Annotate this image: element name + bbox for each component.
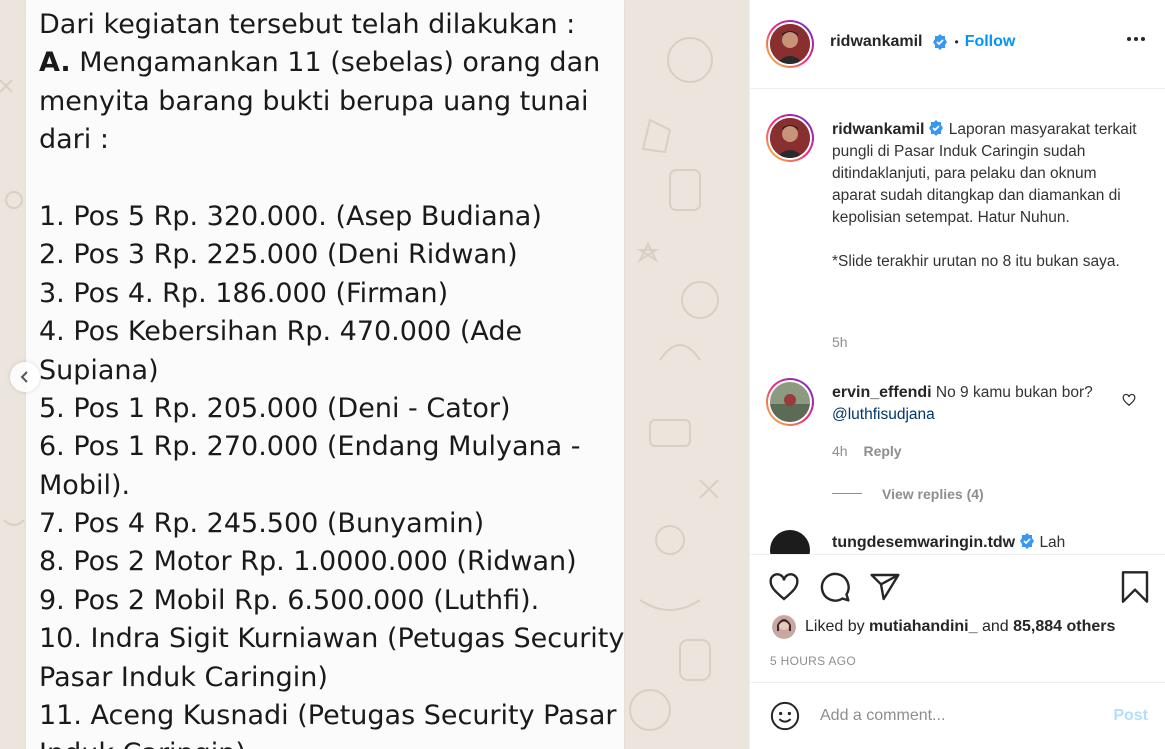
likes-count[interactable]: 85,884 others [1013, 618, 1115, 636]
verified-badge-icon [933, 34, 948, 50]
message-line: 4. Pos Kebersihan Rp. 470.000 (Ade [39, 313, 629, 351]
post-comment-button[interactable]: Post [1113, 707, 1148, 725]
comment-username[interactable]: tungdesemwaringin.tdw [832, 534, 1015, 551]
message-line: 2. Pos 3 Rp. 225.000 (Deni Ridwan) [39, 236, 629, 274]
message-text: 4. Pos Kebersihan Rp. 470.000 (Ade [39, 316, 523, 348]
message-text: 7. Pos 4 Rp. 245.500 (Bunyamin) [39, 508, 485, 540]
message-line: 9. Pos 2 Mobil Rp. 6.500.000 (Luthfi). [39, 582, 629, 620]
message-line: Pasar Induk Caringin) [39, 659, 629, 697]
message-line: A. Mengamankan 11 (sebelas) orang dan [39, 44, 629, 82]
message-text: 5. Pos 1 Rp. 205.000 (Deni - Cator) [39, 392, 511, 424]
chat-message: Dari kegiatan tersebut telah dilakukan :… [39, 6, 629, 749]
follow-button[interactable]: Follow [965, 33, 1016, 51]
header-separator: • [954, 35, 959, 49]
bookmark-icon[interactable] [1120, 571, 1150, 603]
message-text: 10. Indra Sigit Kurniawan (Petugas Secur… [39, 623, 625, 655]
caption-username[interactable]: ridwankamil [832, 121, 924, 138]
message-line: menyita barang bukti berupa uang tunai [39, 83, 629, 121]
likes-prefix: Liked by [805, 618, 865, 635]
post-sidebar: ridwankamil • Follow ridwankamil Laporan… [749, 0, 1165, 749]
comment-icon[interactable] [819, 571, 851, 603]
message-line: dari : [39, 121, 629, 159]
header-username[interactable]: ridwankamil [830, 33, 922, 51]
reply-button[interactable]: Reply [863, 443, 901, 459]
message-text: 8. Pos 2 Motor Rp. 1.0000.000 (Ridwan) [39, 546, 577, 578]
commenter-avatar[interactable] [766, 378, 814, 426]
previous-slide-button[interactable] [10, 362, 40, 392]
message-text: Supiana) [39, 354, 159, 386]
message-text: Mobil). [39, 469, 131, 501]
view-replies-button[interactable]: View replies (4) [882, 486, 984, 502]
message-text: 11. Aceng Kusnadi (Petugas Security Pasa… [39, 700, 617, 732]
caption-note: *Slide terakhir urutan no 8 itu bukan sa… [832, 253, 1120, 270]
message-line [39, 160, 629, 198]
comment-age: 4h [832, 443, 848, 459]
replies-divider [832, 493, 862, 494]
message-line: 8. Pos 2 Motor Rp. 1.0000.000 (Ridwan) [39, 543, 629, 581]
message-text: Dari kegiatan tersebut telah dilakukan : [39, 9, 576, 40]
message-line: Dari kegiatan tersebut telah dilakukan : [39, 6, 629, 44]
share-icon[interactable] [869, 571, 901, 603]
message-text: dari : [39, 124, 109, 156]
heart-icon[interactable] [768, 571, 800, 603]
message-text: Pasar Induk Caringin) [39, 661, 328, 693]
message-line: 1. Pos 5 Rp. 320.000. (Asep Budiana) [39, 198, 629, 236]
liker-avatar[interactable] [772, 615, 796, 639]
message-line: 10. Indra Sigit Kurniawan (Petugas Secur… [39, 620, 629, 658]
message-text: 1. Pos 5 Rp. 320.000. (Asep Budiana) [39, 200, 542, 232]
message-line: Induk Caringin) [39, 735, 629, 749]
caption-avatar[interactable] [766, 114, 814, 162]
comments-list: ridwankamil Laporan masyarakat terkait p… [750, 90, 1165, 554]
header-avatar[interactable] [766, 20, 814, 68]
message-line: 3. Pos 4. Rp. 186.000 (Firman) [39, 275, 629, 313]
comment-text: No 9 kamu bukan bor? [935, 384, 1093, 401]
message-line: 5. Pos 1 Rp. 205.000 (Deni - Cator) [39, 390, 629, 428]
post-timestamp: 5 HOURS AGO [770, 654, 856, 668]
chevron-left-icon [20, 371, 28, 383]
emoji-icon[interactable] [770, 701, 800, 731]
post-actions: Liked by mutiahandini_ and 85,884 others… [750, 554, 1165, 694]
comment-username[interactable]: ervin_effendi [832, 384, 932, 401]
message-line: Supiana) [39, 352, 629, 390]
add-comment-bar: Add a comment... Post [750, 682, 1165, 749]
message-text: 9. Pos 2 Mobil Rp. 6.500.000 (Luthfi). [39, 584, 540, 616]
message-line: Mobil). [39, 467, 629, 505]
more-options-icon[interactable] [1126, 36, 1146, 42]
message-line: 11. Aceng Kusnadi (Petugas Security Pasa… [39, 697, 629, 735]
verified-badge-icon [929, 120, 944, 136]
comment-input[interactable]: Add a comment... [820, 707, 945, 725]
message-text: Mengamankan 11 (sebelas) orang dan [70, 47, 601, 79]
commenter-avatar[interactable] [770, 530, 810, 554]
message-text: Induk Caringin) [39, 738, 246, 749]
message-line: 6. Pos 1 Rp. 270.000 (Endang Mulyana - [39, 428, 629, 466]
likes-summary: Liked by mutiahandini_ and 85,884 others [772, 615, 1115, 639]
verified-badge-icon [1020, 533, 1035, 549]
comment-text: Lah [1039, 534, 1066, 551]
message-text: 3. Pos 4. Rp. 186.000 (Firman) [39, 277, 449, 309]
post-media: Dari kegiatan tersebut telah dilakukan :… [0, 0, 749, 749]
likes-user[interactable]: mutiahandini_ [869, 618, 977, 636]
message-text: 6. Pos 1 Rp. 270.000 (Endang Mulyana - [39, 431, 581, 463]
comment-mention[interactable]: @luthfisudjana [832, 406, 935, 423]
caption-age: 5h [832, 334, 848, 350]
message-line: 7. Pos 4 Rp. 245.500 (Bunyamin) [39, 505, 629, 543]
likes-middle: and [981, 618, 1009, 635]
post-header: ridwankamil • Follow [750, 0, 1165, 89]
message-text: 2. Pos 3 Rp. 225.000 (Deni Ridwan) [39, 239, 518, 271]
message-text: menyita barang bukti berupa uang tunai [39, 85, 589, 117]
message-bold-prefix: A. [39, 47, 71, 79]
heart-icon[interactable] [1122, 393, 1136, 407]
